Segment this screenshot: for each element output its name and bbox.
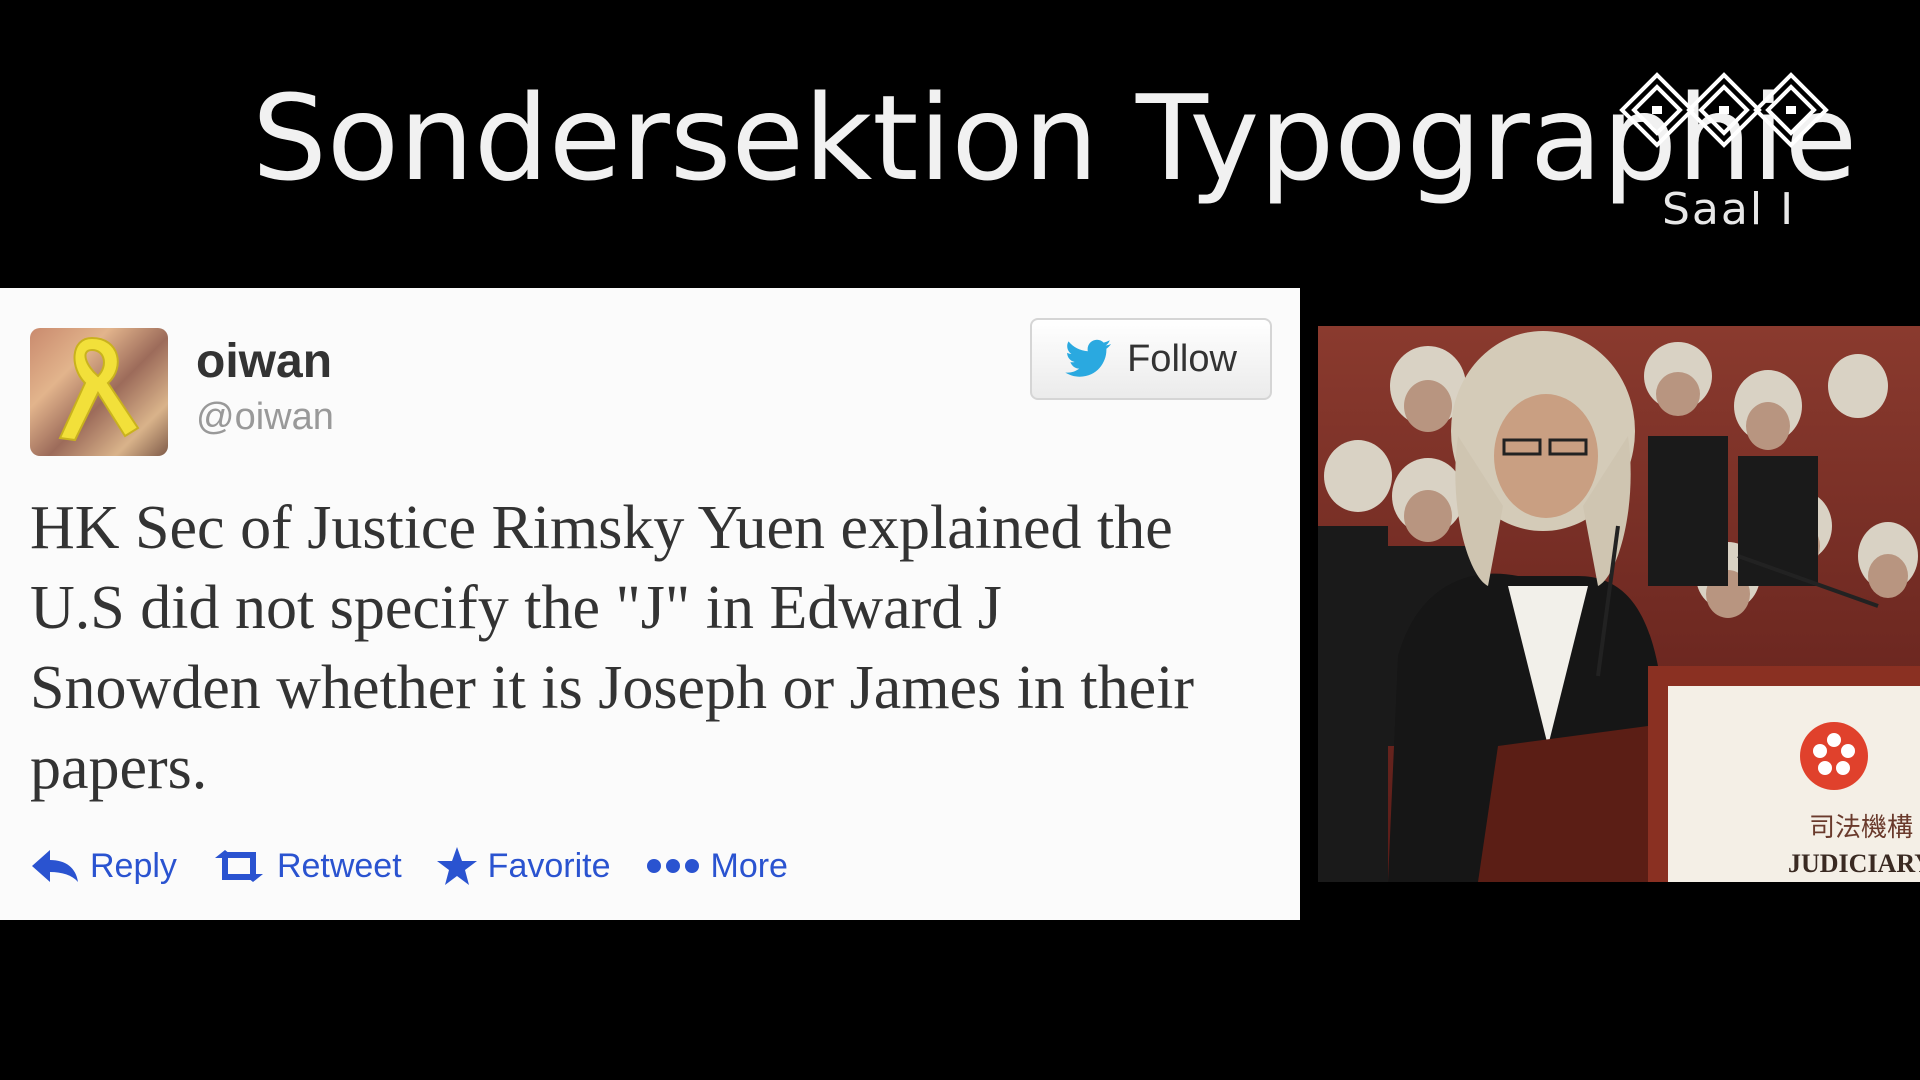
retweet-icon bbox=[214, 850, 263, 882]
favorite-button[interactable]: Favorite bbox=[436, 846, 611, 886]
tweet-text: HK Sec of Justice Rimsky Yuen explained … bbox=[30, 494, 1195, 802]
reply-label: Reply bbox=[90, 846, 177, 885]
favorite-label: Favorite bbox=[487, 846, 611, 885]
more-dots-icon bbox=[646, 859, 699, 873]
more-button[interactable]: More bbox=[645, 846, 788, 886]
follow-label: Follow bbox=[1127, 337, 1237, 380]
conference-logo-icon bbox=[1619, 72, 1829, 148]
news-photo: 司法機構 JUDICIARY bbox=[1318, 326, 1920, 882]
yellow-ribbon-icon bbox=[58, 336, 140, 442]
follow-button[interactable]: Follow bbox=[1030, 318, 1272, 400]
reply-icon bbox=[32, 850, 78, 882]
tweet-actions: Reply Retweet Favorite More bbox=[30, 846, 788, 886]
more-label: More bbox=[710, 846, 788, 885]
tweet-card: oiwan @oiwan Follow HK Sec of Justice Ri… bbox=[0, 288, 1300, 920]
twitter-bird-icon bbox=[1065, 339, 1112, 377]
reply-button[interactable]: Reply bbox=[30, 846, 177, 886]
podium-text-en: JUDICIARY bbox=[1788, 849, 1920, 878]
avatar[interactable] bbox=[30, 328, 168, 456]
podium-text-cn: 司法機構 bbox=[1809, 813, 1913, 843]
retweet-label: Retweet bbox=[276, 846, 402, 885]
star-icon bbox=[436, 847, 477, 885]
retweet-button[interactable]: Retweet bbox=[211, 846, 402, 886]
author-name[interactable]: oiwan bbox=[196, 334, 332, 389]
judiciary-photo-illustration: 司法機構 JUDICIARY bbox=[1318, 326, 1920, 882]
author-handle[interactable]: @oiwan bbox=[196, 396, 334, 439]
